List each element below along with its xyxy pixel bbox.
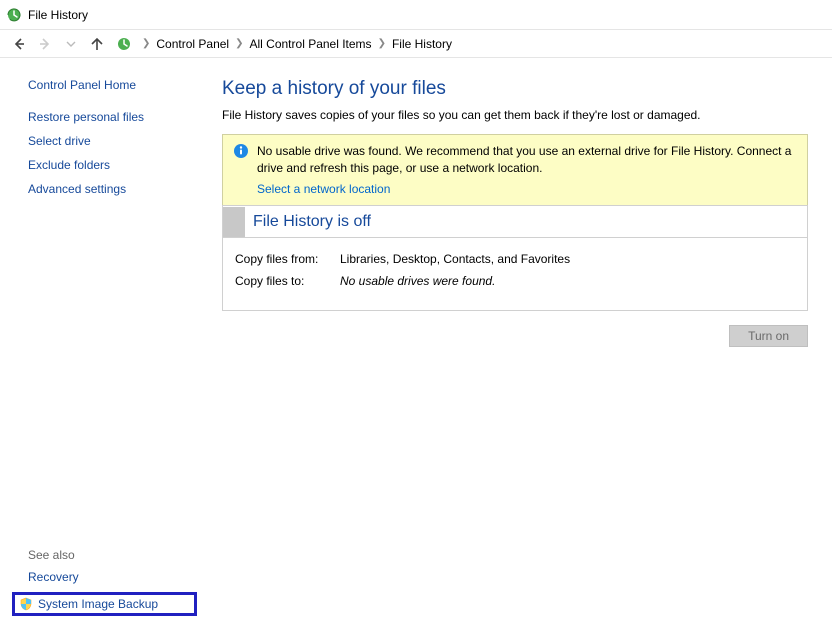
- status-row: Copy files from: Libraries, Desktop, Con…: [235, 252, 795, 266]
- alert-box: No usable drive was found. We recommend …: [222, 134, 808, 206]
- see-also-recovery[interactable]: Recovery: [28, 570, 210, 584]
- see-also-heading: See also: [28, 548, 210, 562]
- sidebar-exclude-folders[interactable]: Exclude folders: [28, 158, 210, 172]
- status-square-icon: [223, 207, 245, 237]
- sidebar: Control Panel Home Restore personal file…: [0, 58, 210, 626]
- chevron-right-icon: ❯: [235, 38, 243, 49]
- status-title: File History is off: [253, 213, 371, 231]
- sidebar-select-drive[interactable]: Select drive: [28, 134, 210, 148]
- breadcrumb-item[interactable]: File History: [392, 37, 452, 51]
- control-panel-home-link[interactable]: Control Panel Home: [28, 78, 210, 92]
- back-button[interactable]: [7, 32, 31, 56]
- status-box: File History is off Copy files from: Lib…: [222, 205, 808, 311]
- page-title: Keep a history of your files: [222, 78, 808, 100]
- page-description: File History saves copies of your files …: [222, 108, 808, 122]
- alert-link[interactable]: Select a network location: [257, 181, 390, 198]
- status-value: No usable drives were found.: [340, 274, 495, 288]
- chevron-right-icon: ❯: [142, 38, 150, 49]
- status-header: File History is off: [223, 206, 807, 238]
- file-history-icon: [6, 7, 22, 23]
- status-label: Copy files from:: [235, 252, 340, 266]
- breadcrumb-item[interactable]: Control Panel: [156, 37, 229, 51]
- sidebar-restore-files[interactable]: Restore personal files: [28, 110, 210, 124]
- breadcrumb-item[interactable]: All Control Panel Items: [250, 37, 372, 51]
- turn-on-button[interactable]: Turn on: [729, 325, 808, 347]
- info-icon: [233, 143, 249, 197]
- breadcrumb-icon: [116, 36, 132, 52]
- chevron-right-icon: ❯: [378, 38, 386, 49]
- alert-message: No usable drive was found. We recommend …: [257, 144, 791, 175]
- up-button[interactable]: [85, 32, 109, 56]
- sidebar-advanced-settings[interactable]: Advanced settings: [28, 182, 210, 196]
- status-value: Libraries, Desktop, Contacts, and Favori…: [340, 252, 570, 266]
- breadcrumb[interactable]: ❯ Control Panel ❯ All Control Panel Item…: [116, 36, 452, 52]
- window-title: File History: [28, 8, 88, 22]
- see-also-system-image-backup[interactable]: System Image Backup: [12, 592, 197, 616]
- status-label: Copy files to:: [235, 274, 340, 288]
- shield-icon: [19, 597, 33, 611]
- status-row: Copy files to: No usable drives were fou…: [235, 274, 795, 288]
- titlebar: File History: [0, 0, 832, 30]
- main-panel: Keep a history of your files File Histor…: [210, 58, 832, 626]
- recent-dropdown[interactable]: [59, 32, 83, 56]
- navbar: ❯ Control Panel ❯ All Control Panel Item…: [0, 30, 832, 58]
- forward-button[interactable]: [33, 32, 57, 56]
- see-also-link-label: System Image Backup: [38, 597, 158, 611]
